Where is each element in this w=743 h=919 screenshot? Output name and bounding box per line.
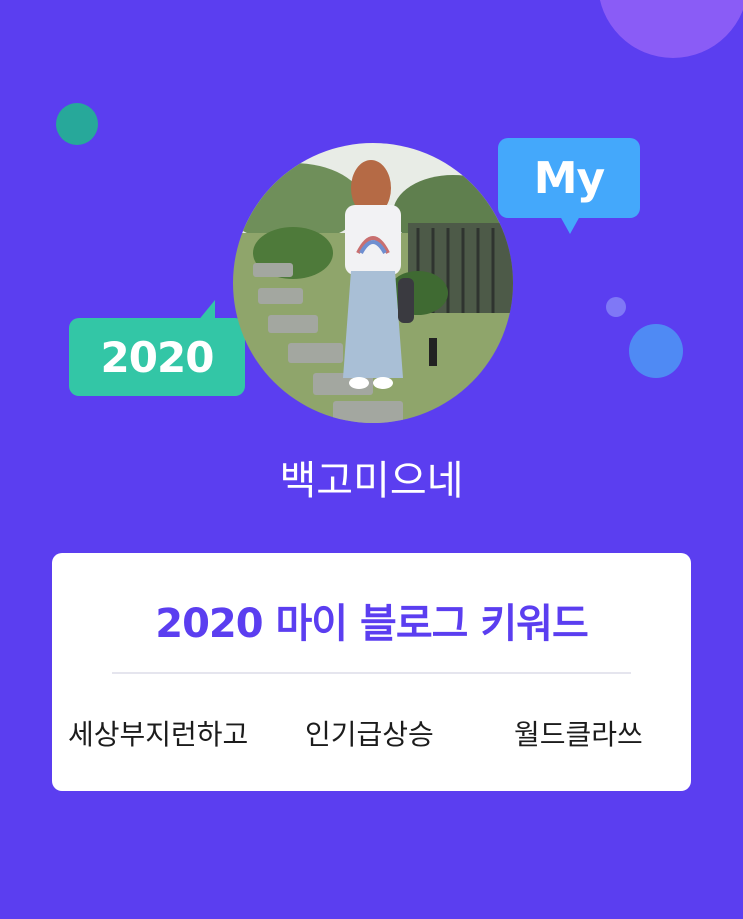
speech-bubble-tail xyxy=(197,300,215,322)
keyword-item: 세상부지런하고 xyxy=(68,718,249,751)
decorative-circle-teal xyxy=(56,103,98,145)
year-speech-bubble: 2020 xyxy=(69,300,245,396)
speech-bubble-tail xyxy=(560,216,580,234)
keyword-item: 월드클라쓰 xyxy=(514,718,643,751)
decorative-circle-blue xyxy=(629,324,683,378)
decorative-circle-small xyxy=(606,297,626,317)
card-divider xyxy=(112,672,631,674)
my-speech-bubble: My xyxy=(498,138,640,234)
decorative-circle-top xyxy=(598,0,743,58)
profile-photo-illustration xyxy=(233,143,513,423)
my-bubble-label: My xyxy=(533,152,605,204)
profile-photo xyxy=(233,143,513,423)
keyword-item: 인기급상승 xyxy=(305,718,434,751)
keyword-card: 2020 마이 블로그 키워드 세상부지런하고 인기급상승 월드클라쓰 xyxy=(52,553,691,791)
blog-name: 백고미으네 xyxy=(279,458,464,504)
card-title: 2020 마이 블로그 키워드 xyxy=(155,601,589,647)
year-bubble-label: 2020 xyxy=(100,332,215,382)
